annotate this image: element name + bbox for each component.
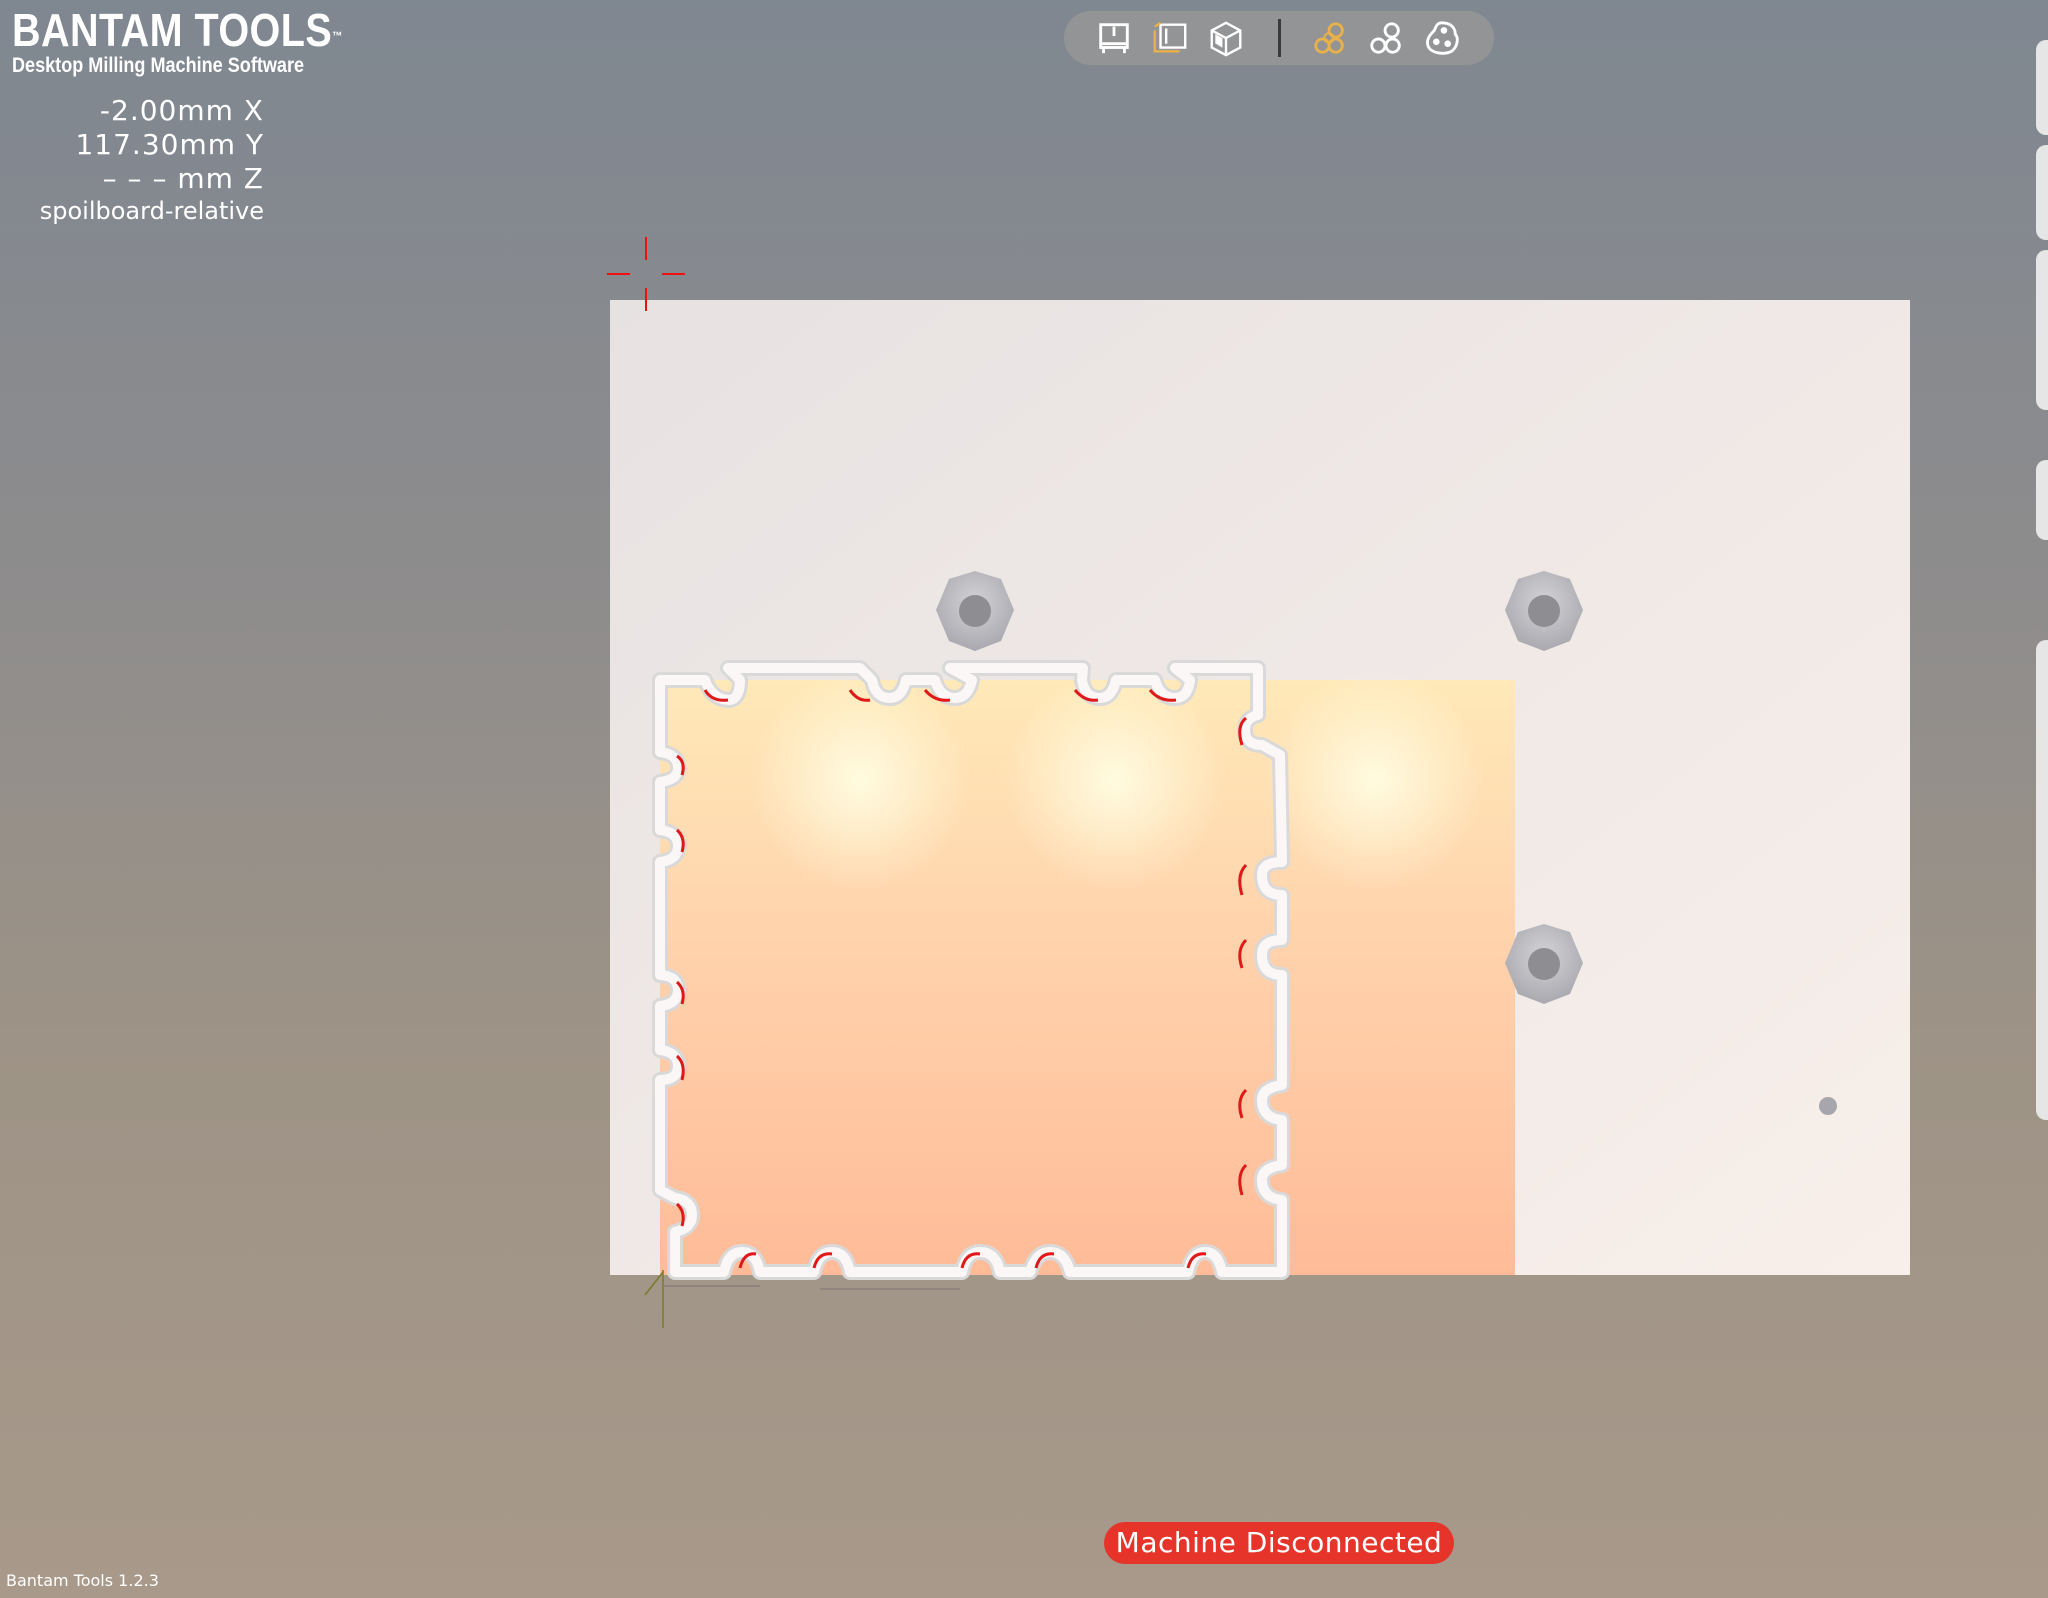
bolt-icon xyxy=(1819,1097,1837,1115)
app-version: Bantam Tools 1.2.3 xyxy=(6,1571,159,1590)
x-coordinate: -2.00mm X xyxy=(99,94,264,127)
view-front-icon xyxy=(1153,21,1187,53)
view-iso-icon xyxy=(1210,21,1242,57)
right-panel-rail xyxy=(2036,40,2048,1120)
right-panel-tab[interactable] xyxy=(2036,145,2048,240)
view-front-button[interactable] xyxy=(1148,17,1192,59)
brand-title: BANTAM TOOLS™ xyxy=(12,4,343,56)
right-panel-tab[interactable] xyxy=(2036,250,2048,410)
show-outline-button[interactable] xyxy=(1364,17,1408,59)
view-toolbar xyxy=(1064,11,1494,65)
z-coordinate: – – – mm Z xyxy=(102,162,264,195)
brand-logo: BANTAM TOOLS™ Desktop Milling Machine So… xyxy=(12,6,397,78)
view-top-icon xyxy=(1099,23,1129,54)
show-solid-button[interactable] xyxy=(1420,17,1464,59)
position-readout: -2.00mm X 117.30mm Y – – – mm Z spoilboa… xyxy=(40,94,264,226)
brand-subtitle: Desktop Milling Machine Software xyxy=(12,54,305,77)
show-solid-icon xyxy=(1426,21,1459,55)
view-iso-button[interactable] xyxy=(1204,17,1248,59)
show-outline-icon xyxy=(1370,22,1401,54)
toolbar-separator xyxy=(1278,19,1281,57)
machine-status-badge[interactable]: Machine Disconnected xyxy=(1104,1522,1454,1564)
right-panel-tab[interactable] xyxy=(2036,40,2048,135)
milling-3d-viewport[interactable] xyxy=(0,0,2048,1598)
right-panel-tab[interactable] xyxy=(2036,460,2048,540)
right-panel-tab[interactable] xyxy=(2036,640,2048,1120)
show-all-paths-icon xyxy=(1314,22,1344,54)
y-coordinate: 117.30mm Y xyxy=(75,128,264,161)
tool-crosshair-icon xyxy=(607,237,685,311)
coordinate-reference: spoilboard-relative xyxy=(39,197,264,225)
material-stock xyxy=(660,670,1515,1275)
show-all-paths-button[interactable] xyxy=(1308,17,1352,59)
view-top-button[interactable] xyxy=(1092,17,1136,59)
